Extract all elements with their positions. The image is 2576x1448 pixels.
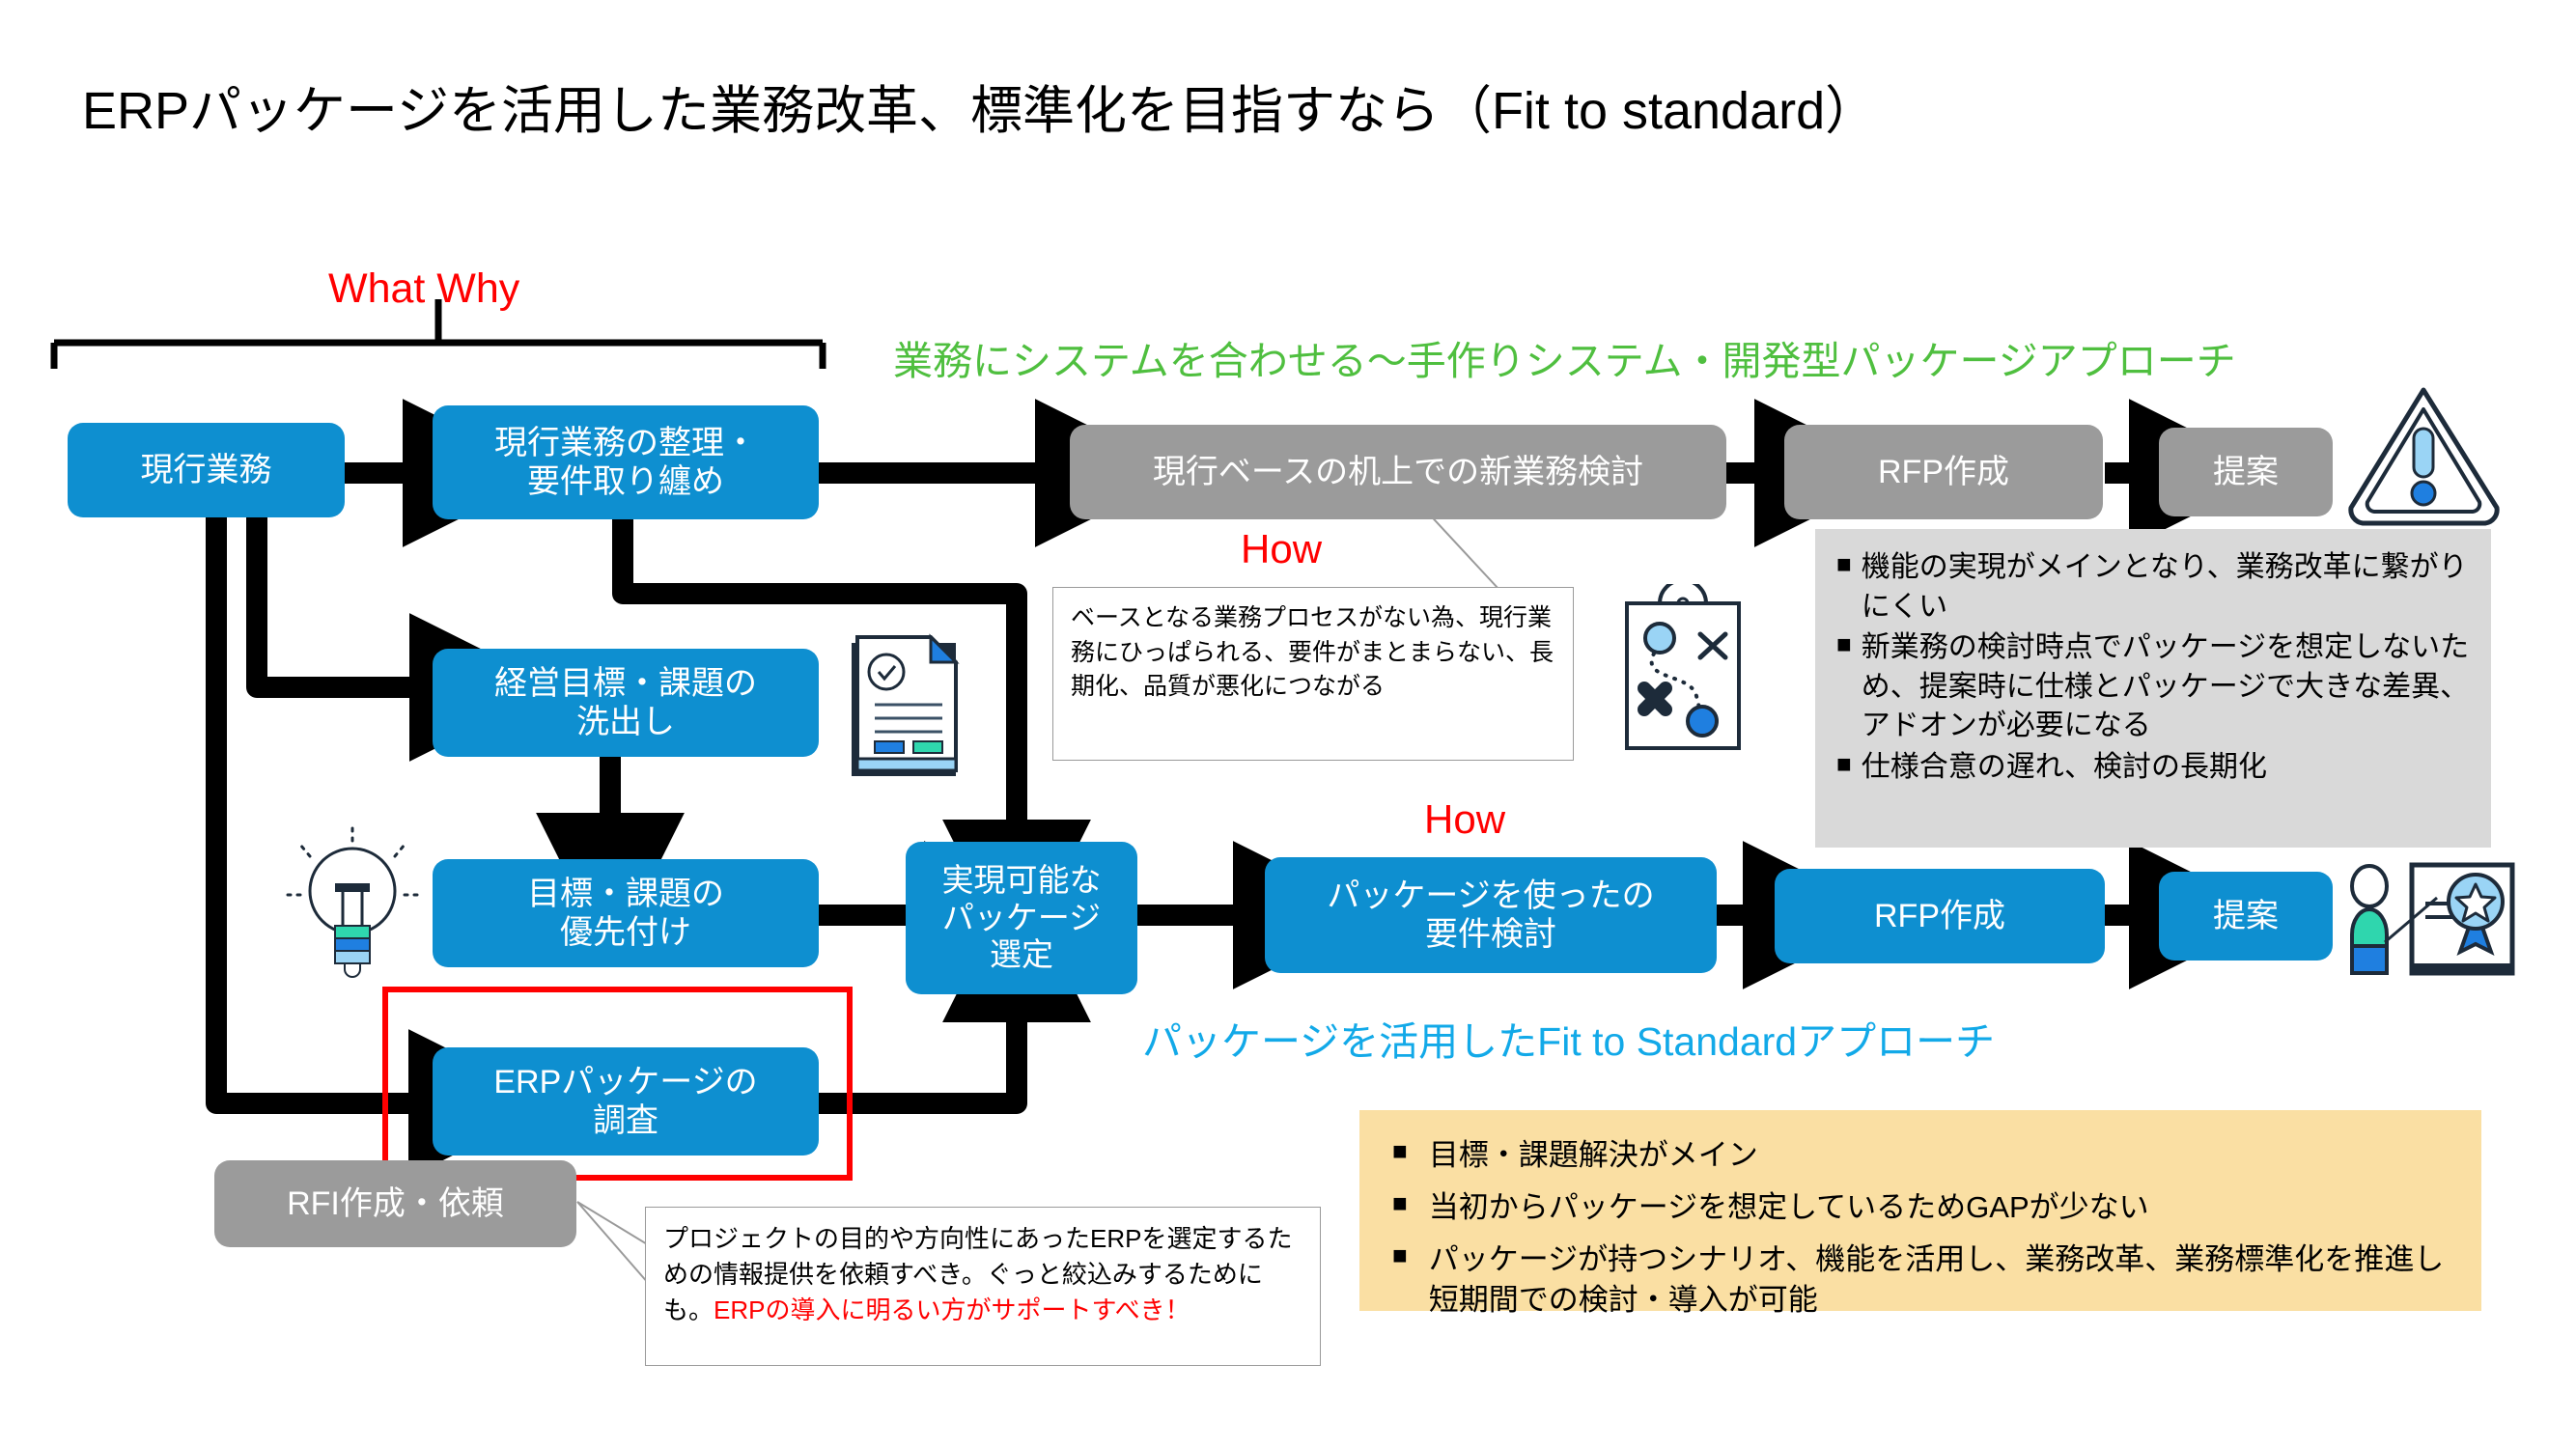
warning-triangle-icon	[2344, 382, 2504, 527]
box-prioritize-label: 目標・課題の 優先付け	[527, 875, 724, 951]
list-item: ■ パッケージが持つシナリオ、機能を活用し、業務改革、業務標準化を推進し短期間で…	[1392, 1239, 2452, 1321]
list-item-text: パッケージが持つシナリオ、機能を活用し、業務改革、業務標準化を推進し短期間での検…	[1428, 1241, 2445, 1317]
heading-cyan-approach: パッケージを活用したFit to Standardアプローチ	[1142, 1019, 1996, 1064]
lightbulb-icon	[275, 825, 430, 980]
list-item-text: 当初からパッケージを想定しているためGAPが少ない	[1428, 1189, 2149, 1224]
list-item-text: 新業務の検討時点でパッケージを想定しないため、提案時に仕様とパッケージで大きな差…	[1861, 631, 2470, 741]
box-rfp-bottom[interactable]: RFP作成	[1775, 869, 2105, 963]
box-rfi-label: RFI作成・依頼	[287, 1184, 504, 1222]
list-item: ■ 機能の実現がメインとなり、業務改革に繋がりにくい	[1836, 548, 2472, 627]
box-rfi[interactable]: RFI作成・依頼	[214, 1160, 576, 1247]
callout-rfi-text-red: ERPの導入に明るい方がサポートすべき！	[714, 1295, 1190, 1324]
box-desk-study-label: 現行ベースの机上での新業務検討	[1152, 453, 1644, 490]
box-rfp-top[interactable]: RFP作成	[1784, 425, 2103, 519]
box-erp-survey[interactable]: ERPパッケージの 調査	[433, 1047, 819, 1156]
box-rfp-bottom-label: RFP作成	[1874, 897, 2005, 934]
box-current-ops-label: 現行業務	[140, 451, 272, 488]
list-item: ■ 新業務の検討時点でパッケージを想定しないため、提案時に仕様とパッケージで大き…	[1836, 628, 2472, 746]
callout-rfi: プロジェクトの目的や方向性にあったERPを選定するための情報提供を依頼すべき。ぐ…	[645, 1207, 1321, 1366]
box-organize-requirements-label: 現行業務の整理・ 要件取り纏め	[494, 424, 757, 500]
box-proposal-top[interactable]: 提案	[2159, 428, 2333, 516]
box-erp-survey-label: ERPパッケージの 調査	[493, 1063, 758, 1139]
list-item: ■ 当初からパッケージを想定しているためGAPが少ない	[1392, 1187, 2452, 1228]
bullet-icon: ■	[1836, 629, 1852, 658]
label-how-top: How	[1241, 526, 1323, 571]
heading-green-approach: 業務にシステムを合わせる〜手作りシステム・開発型パッケージアプローチ	[893, 339, 2236, 383]
bullet-icon: ■	[1392, 1136, 1408, 1165]
box-package-requirements[interactable]: パッケージを使ったの 要件検討	[1265, 857, 1717, 973]
box-rfp-top-label: RFP作成	[1878, 453, 2009, 490]
list-item: ■ 目標・課題解決がメイン	[1392, 1135, 2452, 1176]
box-proposal-bottom[interactable]: 提案	[2159, 872, 2333, 961]
label-how-mid: How	[1424, 796, 1506, 842]
box-current-ops[interactable]: 現行業務	[68, 423, 345, 517]
panel-traditional-issues: ■ 機能の実現がメインとなり、業務改革に繋がりにくい ■ 新業務の検討時点でパッ…	[1815, 529, 2491, 848]
list-item-text: 機能の実現がメインとなり、業務改革に繋がりにくい	[1861, 551, 2468, 623]
box-proposal-bottom-label: 提案	[2213, 897, 2279, 934]
box-desk-study[interactable]: 現行ベースの机上での新業務検討	[1070, 425, 1726, 519]
box-feasible-package[interactable]: 実現可能な パッケージ 選定	[906, 842, 1137, 994]
rfi-callout-pointer	[576, 1201, 650, 1287]
arrow-current-to-goals	[246, 516, 558, 762]
box-organize-requirements[interactable]: 現行業務の整理・ 要件取り纏め	[433, 405, 819, 519]
list-item-text: 目標・課題解決がメイン	[1428, 1138, 1758, 1172]
bullet-icon: ■	[1836, 748, 1852, 778]
diagram-canvas: ERPパッケージを活用した業務改革、標準化を目指すなら（Fit to stand…	[0, 0, 2576, 1448]
document-check-icon	[842, 626, 987, 785]
bullet-icon: ■	[1392, 1239, 1408, 1269]
callout-desk-study-text: ベースとなる業務プロセスがない為、現行業務にひっぱられる、要件がまとまらない、長…	[1071, 604, 1554, 700]
label-what-why: What Why	[328, 265, 520, 312]
route-map-icon	[1606, 578, 1760, 753]
box-mgmt-goals-label: 経営目標・課題の 洗出し	[494, 664, 757, 740]
page-title: ERPパッケージを活用した業務改革、標準化を目指すなら（Fit to stand…	[82, 82, 1878, 140]
box-prioritize[interactable]: 目標・課題の 優先付け	[433, 859, 819, 967]
box-package-requirements-label: パッケージを使ったの 要件検討	[1327, 877, 1655, 953]
box-proposal-top-label: 提案	[2213, 453, 2279, 490]
box-mgmt-goals[interactable]: 経営目標・課題の 洗出し	[433, 649, 819, 757]
bullet-icon: ■	[1392, 1187, 1408, 1217]
list-item: ■ 仕様合意の遅れ、検討の長期化	[1836, 748, 2472, 788]
award-certificate-icon	[2337, 859, 2520, 985]
box-feasible-package-label: 実現可能な パッケージ 選定	[941, 861, 1102, 973]
panel-fit-to-standard-benefits: ■ 目標・課題解決がメイン ■ 当初からパッケージを想定しているためGAPが少な…	[1359, 1110, 2481, 1317]
callout-desk-study: ベースとなる業務プロセスがない為、現行業務にひっぱられる、要件がまとまらない、長…	[1052, 587, 1574, 761]
list-item-text: 仕様合意の遅れ、検討の長期化	[1861, 750, 2268, 783]
bullet-icon: ■	[1836, 549, 1852, 578]
